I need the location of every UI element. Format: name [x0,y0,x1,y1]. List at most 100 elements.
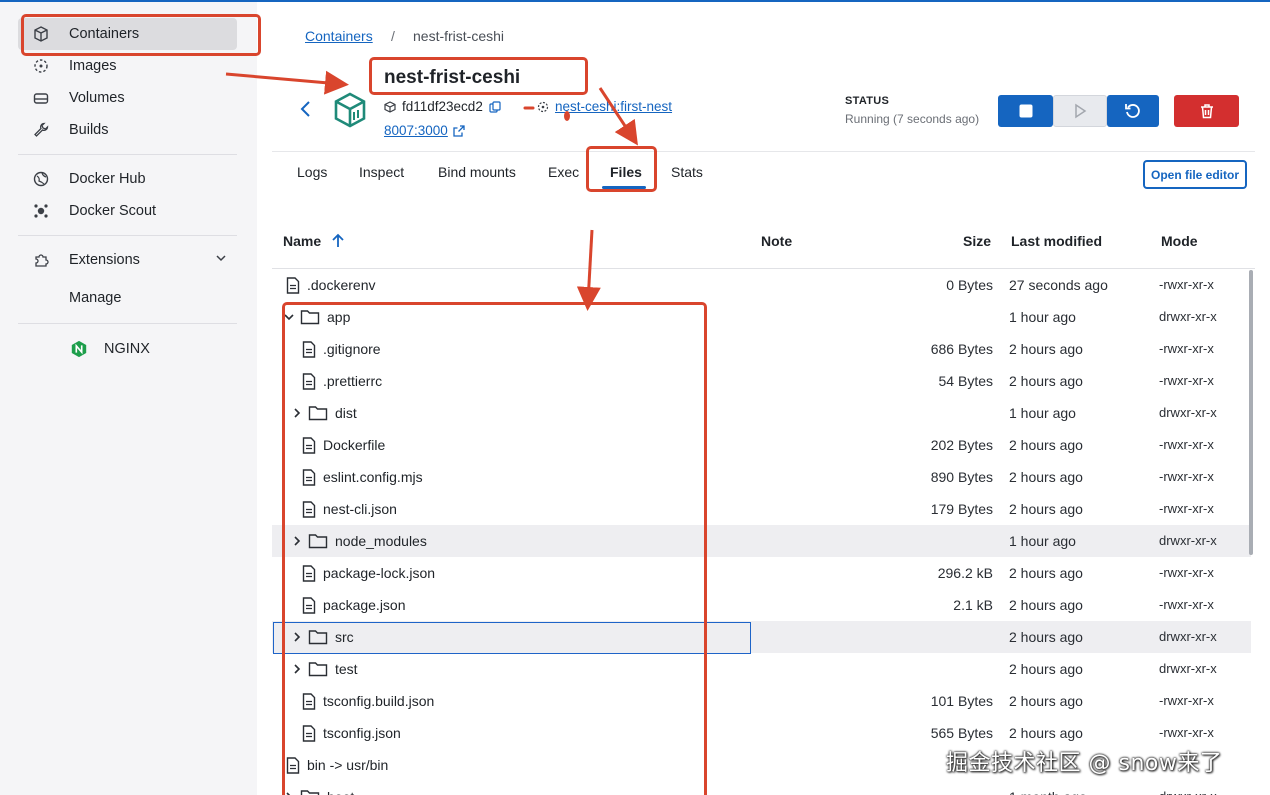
table-row[interactable]: boot 1 month ago drwxr-xr-x [272,781,1251,795]
sort-ascending-icon[interactable] [331,233,345,254]
sidebar-item-docker-hub[interactable]: Docker Hub [18,163,237,195]
file-name-cell[interactable]: Dockerfile [290,429,385,461]
sidebar-item-manage[interactable]: Manage [18,282,237,314]
tab-stats[interactable]: Stats [671,164,703,180]
status-label: STATUS [845,95,890,107]
sidebar-item-extensions[interactable]: Extensions [18,244,237,276]
file-name-cell[interactable]: package.json [290,589,406,621]
breadcrumb-link-containers[interactable]: Containers [305,28,373,44]
restart-icon [1125,104,1140,118]
table-row[interactable]: package-lock.json 296.2 kB 2 hours ago -rwx… [272,557,1251,589]
tab-files[interactable]: Files [610,164,642,180]
table-row[interactable]: app 1 hour ago drwxr-xr-x [272,301,1251,333]
file-icon [302,564,316,582]
container-port-link[interactable]: 8007:3000 [384,123,465,138]
file-name-cell[interactable]: app [282,301,350,333]
file-mode: -rwxr-xr-x [1159,565,1214,580]
selected-row-outline [273,622,751,654]
chevron-right-icon[interactable] [290,663,304,675]
start-button[interactable] [1053,95,1107,127]
file-name-cell[interactable]: package-lock.json [290,557,435,589]
scrollbar[interactable] [1249,270,1253,555]
file-icon [302,372,316,390]
table-row[interactable]: tsconfig.build.json 101 Bytes 2 hours ago -… [272,685,1251,717]
file-mode: drwxr-xr-x [1159,661,1217,676]
play-icon [1075,103,1087,119]
file-name-cell[interactable]: tsconfig.json [290,717,401,749]
sidebar-item-label: Images [69,58,117,74]
table-row[interactable]: nest-cli.json 179 Bytes 2 hours ago -rwxr-x… [272,493,1251,525]
tab-exec[interactable]: Exec [548,164,579,180]
file-name: boot [327,789,354,795]
column-header-name[interactable]: Name [283,233,321,249]
column-header-size[interactable]: Size [963,233,991,249]
container-cube-icon [333,92,367,133]
table-row[interactable]: .dockerenv 0 Bytes 27 seconds ago -rwxr-xr-… [272,269,1251,301]
file-name-cell[interactable]: .gitignore [290,333,381,365]
chevron-down-icon[interactable] [282,312,296,322]
file-name: eslint.config.mjs [323,469,423,485]
chevron-down-icon[interactable] [215,252,227,268]
file-name-cell[interactable]: bin -> usr/bin [282,749,388,781]
file-name-cell[interactable]: boot [282,781,354,795]
copy-icon[interactable] [489,100,501,113]
restart-button[interactable] [1107,95,1159,127]
table-row[interactable]: node_modules 1 hour ago drwxr-xr-x [272,525,1251,557]
container-port-text[interactable]: 8007:3000 [384,123,448,138]
container-image-text[interactable]: nest-ceshi:first-nest [555,99,672,114]
file-name-cell[interactable]: .dockerenv [282,269,375,301]
file-name-cell[interactable]: eslint.config.mjs [290,461,423,493]
chevron-right-icon[interactable] [290,407,304,419]
file-icon [302,468,316,486]
column-header-last-modified[interactable]: Last modified [1011,233,1102,249]
file-mode: -rwxr-xr-x [1159,693,1214,708]
tab-inspect[interactable]: Inspect [359,164,404,180]
file-name: node_modules [335,533,427,549]
tab-bind-mounts[interactable]: Bind mounts [438,164,516,180]
container-title: nest-frist-ceshi [384,67,521,88]
sidebar-item-docker-scout[interactable]: Docker Scout [18,195,237,227]
file-name-cell[interactable]: .prettierrc [290,365,382,397]
sidebar-item-volumes[interactable]: Volumes [18,82,237,114]
back-arrow-icon[interactable] [299,100,313,123]
file-name-cell[interactable]: node_modules [290,525,427,557]
file-last-modified: 2 hours ago [1009,341,1083,357]
sidebar-item-nginx[interactable]: NGINX [54,333,237,365]
external-link-icon [453,124,465,137]
chevron-right-icon[interactable] [282,791,296,795]
file-icon [302,340,316,358]
folder-icon [308,405,328,421]
table-row[interactable]: package.json 2.1 kB 2 hours ago -rwxr-xr-x [272,589,1251,621]
delete-button[interactable] [1174,95,1239,127]
sidebar-item-builds[interactable]: Builds [18,114,237,146]
table-row[interactable]: test 2 hours ago drwxr-xr-x [272,653,1251,685]
sidebar-divider [18,235,237,236]
sidebar-item-label: Containers [69,26,140,42]
file-icon [286,276,300,294]
file-name-cell[interactable]: dist [290,397,357,429]
file-name-cell[interactable]: tsconfig.build.json [290,685,434,717]
open-file-editor-button[interactable]: Open file editor [1143,160,1247,189]
stop-button[interactable] [998,95,1053,127]
table-row[interactable]: eslint.config.mjs 890 Bytes 2 hours ago -rw… [272,461,1251,493]
sidebar-item-containers[interactable]: Containers [18,18,237,50]
globe-icon [32,170,50,188]
file-size: 202 Bytes [930,437,993,453]
file-name-cell[interactable]: nest-cli.json [290,493,397,525]
table-row[interactable]: Dockerfile 202 Bytes 2 hours ago -rwxr-xr-x [272,429,1251,461]
file-last-modified: 2 hours ago [1009,693,1083,709]
sidebar-item-images[interactable]: Images [18,50,237,82]
table-row[interactable]: .prettierrc 54 Bytes 2 hours ago -rwxr-xr-x [272,365,1251,397]
main-panel: Containers / nest-frist-ceshi nest-frist… [257,0,1270,795]
file-size: 54 Bytes [938,373,993,389]
column-header-note[interactable]: Note [761,233,792,249]
table-row[interactable]: dist 1 hour ago drwxr-xr-x [272,397,1251,429]
column-header-mode[interactable]: Mode [1161,233,1198,249]
table-row[interactable]: .gitignore 686 Bytes 2 hours ago -rwxr-xr-x [272,333,1251,365]
container-image-link[interactable]: nest-ceshi:first-nest [537,99,672,114]
watermark: 掘金技术社区 @ snow来了 [946,751,1223,776]
tab-logs[interactable]: Logs [297,164,327,180]
file-name-cell[interactable]: test [290,653,358,685]
folder-icon [308,661,328,677]
chevron-right-icon[interactable] [290,535,304,547]
